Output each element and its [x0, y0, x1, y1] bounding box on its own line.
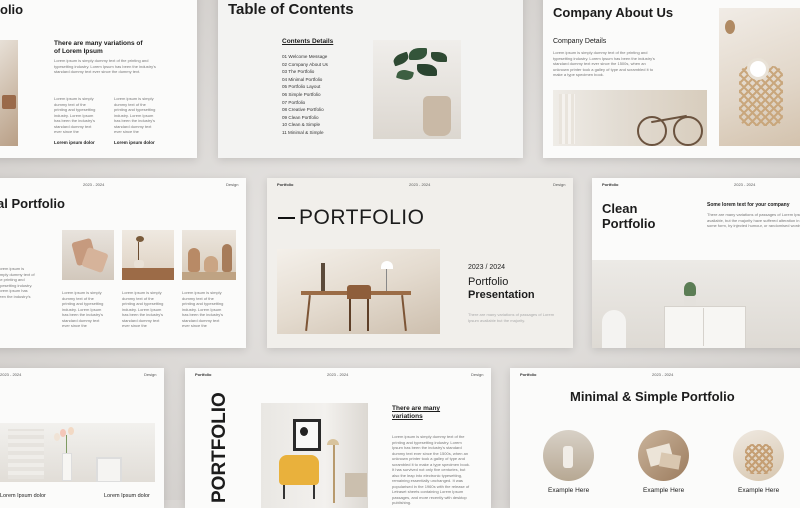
slide-portfolio-grid[interactable]: 2023 - 2024 Design al Portfolio Lorem ip…: [0, 178, 246, 348]
photo-circle-bag: [733, 430, 784, 481]
header-year: 2023 - 2024: [0, 372, 22, 377]
photo-bag: [719, 8, 800, 146]
header-right: Design: [471, 372, 484, 377]
slide-vertical-portfolio[interactable]: Portfolio 2023 - 2024 Design PORTFOLIO T…: [185, 368, 491, 508]
toc-item[interactable]: 11 Minimal & Simple: [282, 129, 328, 137]
toc-item[interactable]: 09 Clean Portfolio: [282, 114, 328, 122]
col0-body: Lorem ipsum is simply dummy text of the …: [0, 266, 35, 299]
toc-item[interactable]: 08 Creative Portfolio: [282, 106, 328, 114]
toc-item[interactable]: 03 The Portfolio: [282, 68, 328, 76]
toc-subtitle: Contents Details: [282, 38, 334, 45]
example-2: Example Here: [643, 487, 685, 494]
photo-ceramics: [182, 230, 236, 280]
col3-body: Lorem ipsum is simply dummy text of the …: [182, 290, 224, 328]
slide-title-fragment: olio: [0, 2, 24, 17]
slide-table-of-contents[interactable]: Table of Contents Contents Details 01 We…: [218, 0, 523, 158]
cover-tagline: There are many variations of passages of…: [468, 312, 555, 323]
header-year: 2023 - 2024: [652, 372, 674, 377]
clean-subtitle: Some lorem text for your company: [707, 202, 790, 208]
minimal-title: Minimal & Simple Portfolio: [570, 389, 735, 404]
photo-paper-sculpture: [62, 230, 114, 280]
vertical-title: PORTFOLIO: [209, 392, 230, 503]
toc-item[interactable]: 05 Portfolio Layout: [282, 83, 328, 91]
slide-body: Lorem ipsum is simply dummy text of the …: [54, 58, 156, 74]
clean-body: There are many variations of passages of…: [707, 212, 800, 228]
photo-sideboard: [592, 260, 800, 348]
toc-item[interactable]: 02 Company About Us: [282, 61, 328, 69]
header-left: Portfolio: [520, 372, 537, 377]
col1-body: Lorem ipsum is simply dummy text of the …: [62, 290, 104, 328]
toc-item[interactable]: 07 Portfolio: [282, 99, 328, 107]
toc-list: 01 Welcome Message 02 Company About Us 03 …: [282, 53, 328, 137]
header-year: 2023 - 2024: [83, 182, 105, 187]
slide-cover[interactable]: Portfolio 2023 - 2024 Design PORTFOLIO 2…: [267, 178, 573, 348]
slide-bottom-left[interactable]: 2023 - 2024 Design Lorem Ipsum dolor Lor…: [0, 368, 164, 508]
photo-yellow-chair: [261, 403, 368, 508]
vertical-body: Lorem ipsum is simply dummy text of the …: [392, 434, 471, 505]
photo-circle-bottle: [543, 430, 594, 481]
label-1: Lorem Ipsum dolor: [0, 493, 46, 499]
header-year: 2023 - 2024: [734, 182, 756, 187]
toc-item[interactable]: 06 Simple Portfolio: [282, 91, 328, 99]
header-year: 2023 - 2024: [409, 182, 431, 187]
header-left: Portfolio: [195, 372, 212, 377]
photo-desk: [277, 249, 440, 334]
about-title: Company About Us: [553, 5, 674, 20]
toc-item[interactable]: 10 Clean & Simple: [282, 121, 328, 129]
slide-clean-portfolio[interactable]: Portfolio 2023 - 2024 Clean Portfolio So…: [592, 178, 800, 348]
cover-title: PORTFOLIO: [299, 206, 425, 229]
col2-body: Lorem ipsum is simply dummy text of the …: [114, 96, 156, 134]
vertical-heading: There are many variations: [392, 405, 441, 420]
clean-title-line1: Clean: [602, 201, 638, 216]
photo-chair: [0, 40, 18, 146]
col1-body: Lorem ipsum is simply dummy text of the …: [54, 96, 96, 134]
example-3: Example Here: [738, 487, 780, 494]
header-right: Design: [144, 372, 157, 377]
header-year: 2023 - 2024: [327, 372, 349, 377]
photo-plant: [373, 40, 461, 139]
cover-line1: Portfolio: [468, 276, 509, 288]
cover-year: 2023 / 2024: [468, 264, 505, 271]
about-body: Lorem ipsum is simply dummy text of the …: [553, 50, 655, 77]
slide-heading: There are many variations of of Lorem Ip…: [54, 40, 143, 55]
photo-tulips: [0, 423, 155, 482]
slide-company-about[interactable]: Company About Us Company Details Lorem i…: [543, 0, 800, 158]
slide-top-left[interactable]: olio There are many variations of of Lor…: [0, 0, 197, 158]
col2-body: Lorem ipsum is simply dummy text of the …: [122, 290, 164, 328]
example-1: Example Here: [548, 487, 590, 494]
slide-minimal-simple[interactable]: Portfolio 2023 - 2024 Minimal & Simple P…: [510, 368, 800, 508]
toc-item[interactable]: 04 Minimal Portfolio: [282, 76, 328, 84]
title-rule: [278, 217, 295, 219]
label-2: Lorem Ipsum dolor: [104, 493, 150, 499]
toc-title: Table of Contents: [228, 1, 354, 18]
slide-title: al Portfolio: [0, 196, 65, 211]
about-subtitle: Company Details: [553, 38, 607, 45]
header-left: Portfolio: [602, 182, 619, 187]
toc-item[interactable]: 01 Welcome Message: [282, 53, 328, 61]
photo-bicycle: [553, 90, 707, 146]
col2-label: Lorem ipsum dolor: [114, 140, 155, 145]
header-right: Design: [226, 182, 239, 187]
col1-label: Lorem ipsum dolor: [54, 140, 95, 145]
clean-title-line2: Portfolio: [602, 216, 656, 231]
header-right: Design: [553, 182, 566, 187]
cover-line2: Presentation: [468, 289, 535, 301]
header-left: Portfolio: [277, 182, 294, 187]
photo-branch-vase: [122, 230, 174, 280]
photo-circle-notebooks: [638, 430, 689, 481]
